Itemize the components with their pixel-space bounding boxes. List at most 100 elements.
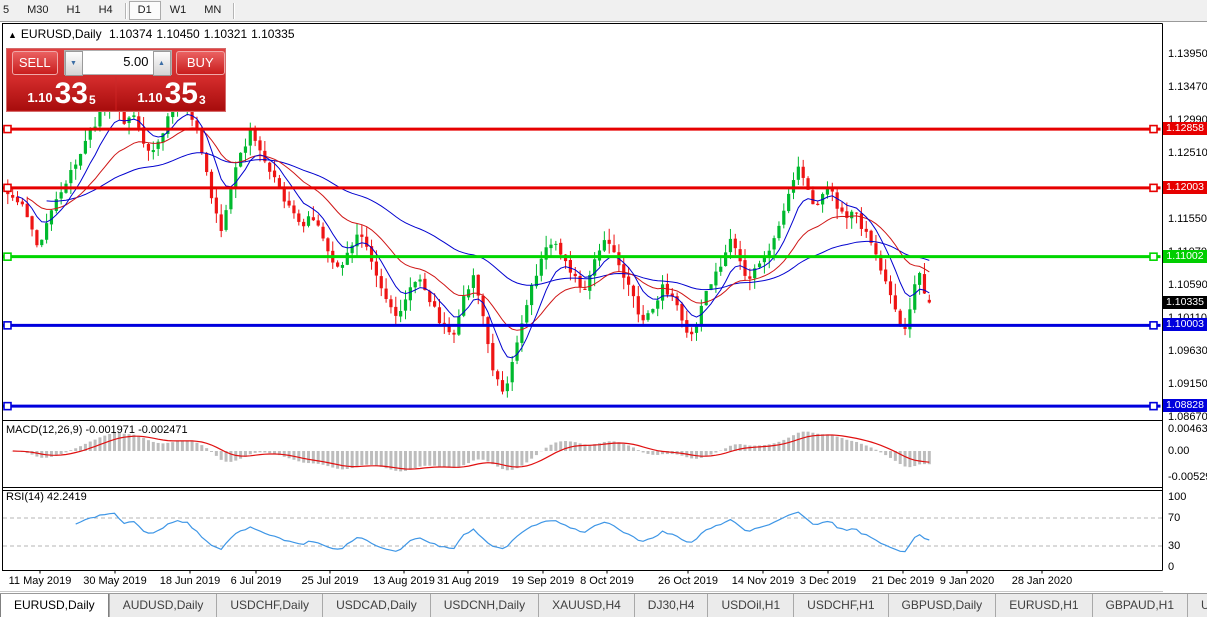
candle-body — [26, 204, 29, 217]
level-anchor[interactable] — [1150, 253, 1157, 260]
level-anchor[interactable] — [4, 126, 11, 133]
volume-decrease-icon[interactable]: ▼ — [65, 51, 83, 76]
candle-body — [782, 211, 785, 225]
candle-body — [147, 144, 150, 151]
buy-button[interactable]: BUY — [176, 51, 225, 75]
chart-tab-xauusd-h4[interactable]: XAUUSD,H4 — [538, 594, 634, 617]
one-click-trading-panel: SELL ▼ ▲ BUY 1.10 33 5 1.10 35 3 — [6, 48, 226, 112]
candle-body — [45, 223, 48, 240]
rsi-tick-label: 70 — [1168, 512, 1180, 524]
candle-body — [89, 130, 92, 139]
chart-tab-audusd-daily[interactable]: AUDUSD,Daily — [109, 594, 217, 617]
candle-body — [123, 111, 126, 124]
candle-body — [865, 229, 868, 232]
date-label: 18 Jun 2019 — [160, 575, 221, 587]
chart-tab-usdchf-h1[interactable]: USDCHF,H1 — [793, 594, 887, 617]
candle-body — [773, 238, 776, 249]
price-badge-1.08828: 1.08828 — [1163, 399, 1207, 412]
candle-body — [302, 222, 305, 226]
price-badge-1.10003: 1.10003 — [1163, 318, 1207, 331]
date-label: 3 Dec 2019 — [800, 575, 856, 587]
level-anchor[interactable] — [1150, 126, 1157, 133]
candle-body — [894, 295, 897, 309]
candle-body — [797, 167, 800, 180]
buy-price-box[interactable]: 1.10 35 3 — [117, 77, 225, 110]
chart-tab-bar: EURUSD,DailyAUDUSD,DailyUSDCHF,DailyUSDC… — [0, 593, 1207, 617]
candle-body — [74, 165, 77, 169]
volume-input[interactable] — [83, 51, 153, 72]
chart-tab-eurusd-daily[interactable]: EURUSD,Daily — [0, 594, 109, 617]
level-anchor[interactable] — [4, 184, 11, 191]
candle-body — [918, 273, 921, 285]
collapse-panel-icon[interactable]: ▲ — [8, 30, 17, 40]
candle-body — [467, 289, 470, 297]
chart-tab-dj30-h4[interactable]: DJ30,H4 — [634, 594, 708, 617]
candle-body — [98, 112, 101, 127]
candle-body — [748, 276, 751, 278]
candle-body — [414, 282, 417, 287]
chart-window[interactable]: ▲EURUSD,Daily 1.103741.104501.103211.103… — [0, 22, 1207, 593]
candle-body — [574, 274, 577, 276]
candle-body — [734, 239, 737, 248]
candle-body — [389, 299, 392, 307]
candle-body — [249, 130, 252, 146]
candle-body — [482, 296, 485, 316]
candle-body — [438, 307, 441, 323]
macd-signal-line — [13, 435, 930, 469]
macd-tick-label: 0.00463 — [1168, 423, 1207, 435]
candle-body — [35, 230, 38, 245]
date-axis[interactable]: 11 May 201930 May 201918 Jun 20196 Jul 2… — [0, 571, 1163, 593]
ohlc-open: 1.10374 — [109, 27, 152, 41]
price-badge-1.12858: 1.12858 — [1163, 122, 1207, 135]
candle-body — [380, 276, 383, 288]
chart-tab-usdcnh-daily[interactable]: USDCNH,Daily — [430, 594, 538, 617]
candle-body — [312, 217, 315, 220]
chart-tab-usd[interactable]: USD — [1187, 594, 1207, 617]
candle-body — [554, 244, 557, 245]
level-anchor[interactable] — [4, 322, 11, 329]
chart-symbol-label: EURUSD,Daily — [21, 27, 102, 41]
level-anchor[interactable] — [1150, 184, 1157, 191]
candle-body — [268, 163, 271, 172]
buy-pips: 35 — [165, 80, 198, 108]
candle-body — [394, 307, 397, 316]
chart-tab-gbpusd-daily[interactable]: GBPUSD,Daily — [888, 594, 996, 617]
buy-pipette: 3 — [199, 93, 206, 107]
candle-body — [11, 195, 14, 198]
chart-tab-usdoil-h1[interactable]: USDOil,H1 — [707, 594, 793, 617]
candle-body — [346, 253, 349, 265]
candle-body — [855, 213, 858, 214]
macd-name: MACD(12,26,9) — [6, 424, 82, 436]
level-anchor[interactable] — [4, 253, 11, 260]
sell-price-box[interactable]: 1.10 33 5 — [7, 77, 115, 110]
level-anchor[interactable] — [1150, 322, 1157, 329]
candle-body — [874, 243, 877, 254]
rsi-indicator-label: RSI(14) 42.2419 — [6, 491, 87, 503]
candle-body — [632, 286, 635, 296]
chart-tab-eurusd-h1[interactable]: EURUSD,H1 — [995, 594, 1091, 617]
candle-body — [409, 287, 412, 300]
candle-body — [530, 285, 533, 305]
candle-body — [341, 265, 344, 268]
candle-body — [491, 343, 494, 370]
candle-body — [443, 323, 446, 324]
macd-tick-label: 0.00 — [1168, 445, 1189, 457]
sell-button[interactable]: SELL — [12, 51, 58, 75]
chart-tab-gbpaud-h1[interactable]: GBPAUD,H1 — [1092, 594, 1187, 617]
level-anchor[interactable] — [4, 403, 11, 410]
candle-body — [229, 189, 232, 209]
volume-increase-icon[interactable]: ▲ — [153, 51, 171, 76]
date-label: 8 Oct 2019 — [580, 575, 634, 587]
price-tick-label: 1.09630 — [1168, 345, 1207, 357]
date-label: 19 Sep 2019 — [512, 575, 574, 587]
candle-body — [603, 240, 606, 250]
candle-body — [278, 178, 281, 186]
chart-tab-usdchf-daily[interactable]: USDCHF,Daily — [216, 594, 322, 617]
price-axis[interactable]: 1.139501.134701.129901.125101.115501.110… — [1163, 22, 1207, 593]
chart-tab-usdcad-daily[interactable]: USDCAD,Daily — [322, 594, 430, 617]
level-anchor[interactable] — [1150, 403, 1157, 410]
volume-stepper: ▼ ▲ — [64, 50, 172, 75]
candle-body — [651, 309, 654, 313]
candle-body — [297, 213, 300, 221]
candle-body — [719, 267, 722, 272]
